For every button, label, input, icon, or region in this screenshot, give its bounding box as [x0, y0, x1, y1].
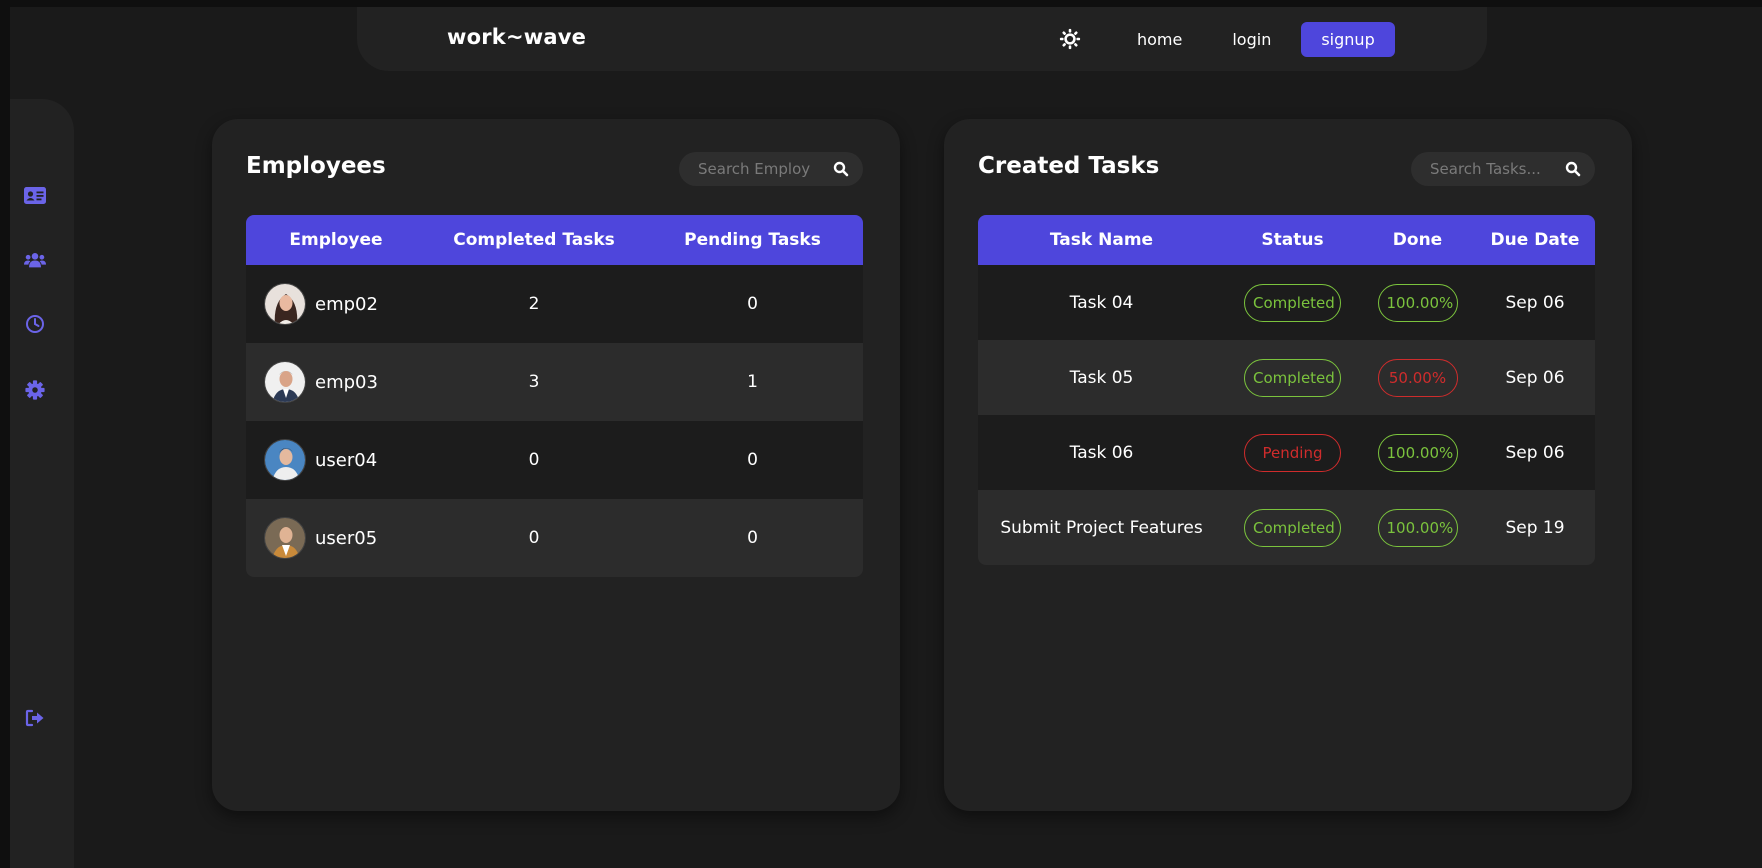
created-tasks-panel: Created Tasks Task Name Status Done Due … [944, 119, 1632, 811]
employee-search-box [679, 152, 863, 186]
brand-logo[interactable]: work~wave [447, 25, 586, 49]
column-header[interactable]: Completed Tasks [426, 230, 642, 250]
employee-name: user04 [315, 449, 378, 471]
table-row[interactable]: emp03 3 1 [246, 343, 863, 421]
employee-cell: emp02 [246, 283, 426, 325]
column-header[interactable]: Employee [246, 230, 426, 250]
table-header: Employee Completed Tasks Pending Tasks [246, 215, 863, 265]
table-row[interactable]: Submit Project Features Completed 100.00… [978, 490, 1595, 565]
employees-panel: Employees Employee Completed Tasks Pendi… [212, 119, 900, 811]
pending-count: 1 [747, 372, 758, 392]
table-row[interactable]: Task 05 Completed 50.00% Sep 06 [978, 340, 1595, 415]
table-row[interactable]: Task 06 Pending 100.00% Sep 06 [978, 415, 1595, 490]
due-date: Sep 06 [1505, 292, 1565, 313]
nav-home-link[interactable]: home [1117, 22, 1202, 57]
pending-count: 0 [747, 528, 758, 548]
sidebar [10, 99, 74, 868]
done-cell: 100.00% [1360, 283, 1475, 322]
done-badge: 100.00% [1377, 508, 1458, 547]
nav-links: home login signup [1057, 20, 1405, 58]
done-badge: 50.00% [1377, 358, 1458, 397]
employee-search-input[interactable] [698, 160, 820, 178]
logout-icon[interactable] [24, 707, 46, 729]
done-cell: 100.00% [1360, 433, 1475, 472]
table-header: Task Name Status Done Due Date [978, 215, 1595, 265]
pending-count: 0 [747, 294, 758, 314]
task-search-input[interactable] [1430, 160, 1552, 178]
employee-name: user05 [315, 527, 378, 549]
id-card-icon[interactable] [24, 184, 46, 206]
column-header[interactable]: Pending Tasks [642, 230, 863, 250]
status-badge: Pending [1244, 433, 1341, 472]
column-header[interactable]: Due Date [1475, 230, 1595, 250]
avatar [264, 283, 306, 325]
status-cell: Completed [1225, 508, 1360, 547]
avatar [264, 361, 306, 403]
search-icon[interactable] [1565, 161, 1581, 177]
due-date: Sep 06 [1505, 442, 1565, 463]
completed-count: 2 [528, 294, 540, 314]
employees-table: Employee Completed Tasks Pending Tasks e… [246, 215, 863, 577]
tasks-table: Task Name Status Done Due Date Task 04 C… [978, 215, 1595, 565]
table-row[interactable]: emp02 2 0 [246, 265, 863, 343]
completed-count: 0 [528, 528, 540, 548]
employee-cell: emp03 [246, 361, 426, 403]
done-cell: 50.00% [1360, 358, 1475, 397]
table-row[interactable]: user04 0 0 [246, 421, 863, 499]
app-window: work~wave home login signup Employees Se… [10, 7, 1762, 868]
task-search-box [1411, 152, 1595, 186]
employee-cell: user05 [246, 517, 426, 559]
search-icon[interactable] [833, 161, 849, 177]
done-badge: 100.00% [1377, 433, 1458, 472]
status-cell: Pending [1225, 433, 1360, 472]
table-row[interactable]: Task 04 Completed 100.00% Sep 06 [978, 265, 1595, 340]
employee-name: emp02 [315, 293, 378, 315]
employee-cell: user04 [246, 439, 426, 481]
table-row[interactable]: user05 0 0 [246, 499, 863, 577]
done-cell: 100.00% [1360, 508, 1475, 547]
column-header[interactable]: Task Name [978, 230, 1225, 250]
task-name: Task 04 [1069, 292, 1134, 313]
completed-count: 3 [528, 372, 540, 392]
avatar [264, 439, 306, 481]
tasks-title: Created Tasks [978, 153, 1160, 179]
column-header[interactable]: Status [1225, 230, 1360, 250]
pending-count: 0 [747, 450, 758, 470]
nav-login-link[interactable]: login [1212, 22, 1291, 57]
users-icon[interactable] [24, 249, 46, 271]
employee-name: emp03 [315, 371, 378, 393]
status-badge: Completed [1244, 283, 1341, 322]
gear-icon[interactable] [24, 379, 46, 401]
status-cell: Completed [1225, 358, 1360, 397]
employees-title: Employees [246, 153, 386, 179]
status-badge: Completed [1244, 358, 1341, 397]
due-date: Sep 06 [1505, 367, 1565, 388]
avatar [264, 517, 306, 559]
completed-count: 0 [528, 450, 540, 470]
status-badge: Completed [1244, 508, 1341, 547]
clock-icon[interactable] [24, 313, 46, 335]
top-navbar: work~wave home login signup [357, 7, 1487, 71]
done-badge: 100.00% [1377, 283, 1458, 322]
due-date: Sep 19 [1505, 517, 1565, 538]
column-header[interactable]: Done [1360, 230, 1475, 250]
nav-signup-button[interactable]: signup [1301, 21, 1395, 57]
task-name: Task 05 [1069, 367, 1134, 388]
status-cell: Completed [1225, 283, 1360, 322]
task-name: Submit Project Features [1000, 517, 1203, 538]
theme-toggle-icon[interactable] [1057, 26, 1083, 52]
task-name: Task 06 [1069, 442, 1134, 463]
